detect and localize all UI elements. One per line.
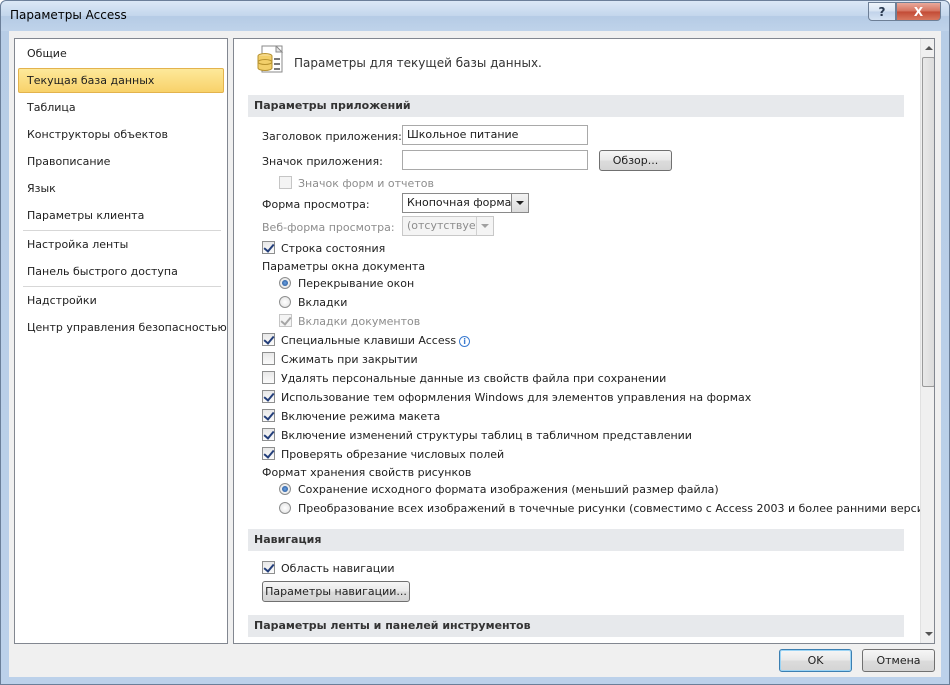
scroll-down-button[interactable] [921,625,934,642]
tabbed-documents-radio[interactable] [279,296,291,308]
title-bar: Параметры Access ? X [1,1,949,31]
nav-separator [23,286,221,287]
nav-item-add-ins[interactable]: Надстройки [18,288,224,313]
doc-window-options-label: Параметры окна документа [262,260,426,273]
overlapping-windows-label: Перекрывание окон [298,277,415,290]
app-icon-label: Значок приложения: [262,155,383,168]
section-ribbon-toolbar: Параметры ленты и панелей инструментов [248,615,904,637]
nav-item-datasheet[interactable]: Таблица [18,95,224,120]
chevron-down-icon[interactable] [511,194,528,212]
forms-reports-icon-label: Значок форм и отчетов [298,177,434,190]
windows-themes-label: Использование тем оформления Windows для… [281,391,752,404]
overlapping-windows-radio[interactable] [279,277,291,289]
web-form-select[interactable]: (отсутствует) [402,216,494,236]
web-form-label: Веб-форма просмотра: [262,221,395,234]
database-settings-icon [257,45,284,73]
nav-pane-checkbox[interactable] [262,561,275,574]
nav-item-proofing[interactable]: Правописание [18,149,224,174]
web-form-value: (отсутствует) [407,219,487,232]
convert-bitmaps-label: Преобразование всех изображений в точечн… [298,502,935,515]
nav-item-current-database[interactable]: Текущая база данных [18,68,224,93]
app-title-input[interactable]: Школьное питание [402,125,588,145]
remove-personal-info-label: Удалять персональные данные из свойств ф… [281,372,667,385]
scroll-up-button[interactable] [921,39,934,56]
status-bar-checkbox[interactable] [262,241,275,254]
design-changes-label: Включение изменений структуры таблиц в т… [281,429,692,442]
preserve-format-radio[interactable] [279,483,291,495]
panel-header: Параметры для текущей базы данных. [294,56,542,70]
access-keys-text: Специальные клавиши Access [281,334,457,347]
dialog-client: Общие Текущая база данных Таблица Констр… [9,31,941,677]
compact-on-close-label: Сжимать при закрытии [281,353,418,366]
forms-reports-icon-checkbox[interactable] [279,176,292,189]
nav-item-language[interactable]: Язык [18,176,224,201]
chevron-down-icon[interactable] [476,217,493,235]
status-bar-label: Строка состояния [281,242,386,255]
tabbed-documents-label: Вкладки [298,296,348,309]
nav-item-client-settings[interactable]: Параметры клиента [18,203,224,228]
preserve-format-label: Сохранение исходного формата изображения… [298,483,719,496]
display-form-select[interactable]: Кнопочная форма [402,193,529,213]
category-nav: Общие Текущая база данных Таблица Констр… [14,38,228,644]
document-tabs-label: Вкладки документов [298,315,421,328]
windows-themes-checkbox[interactable] [262,390,275,403]
compact-on-close-checkbox[interactable] [262,352,275,365]
close-button[interactable]: X [896,2,941,21]
access-keys-label: Специальные клавиши Access i [281,334,471,347]
layout-view-checkbox[interactable] [262,409,275,422]
navigation-options-button[interactable]: Параметры навигации... [262,581,410,602]
help-button[interactable]: ? [868,2,896,21]
arrow-up-icon [924,45,933,50]
ok-button[interactable]: OK [779,649,852,672]
document-tabs-checkbox[interactable] [279,314,292,327]
nav-item-quick-access-toolbar[interactable]: Панель быстрого доступа [18,259,224,284]
arrow-down-icon [924,631,933,636]
app-icon-input[interactable] [402,150,588,170]
display-form-value: Кнопочная форма [407,196,512,209]
vertical-scrollbar[interactable] [920,39,934,643]
help-icon: ? [878,4,886,19]
section-application-options: Параметры приложений [248,95,904,117]
access-keys-checkbox[interactable] [262,333,275,346]
truncated-fields-label: Проверять обрезание числовых полей [281,448,505,461]
section-navigation: Навигация [248,529,904,551]
remove-personal-info-checkbox[interactable] [262,371,275,384]
options-dialog: Параметры Access ? X Общие Текущая база … [0,0,950,685]
cancel-button[interactable]: Отмена [862,649,935,672]
close-icon: X [913,4,924,19]
nav-item-general[interactable]: Общие [18,41,224,66]
convert-bitmaps-radio[interactable] [279,502,291,514]
window-title: Параметры Access [10,8,127,22]
scrollbar-thumb[interactable] [922,57,934,387]
info-icon[interactable]: i [459,336,471,347]
design-changes-checkbox[interactable] [262,428,275,441]
app-title-label: Заголовок приложения: [262,130,402,143]
picture-format-label: Формат хранения свойств рисунков [262,466,472,479]
nav-item-customize-ribbon[interactable]: Настройка ленты [18,232,224,257]
settings-panel: Параметры для текущей базы данных. Парам… [233,38,935,644]
nav-item-object-designers[interactable]: Конструкторы объектов [18,122,224,147]
truncated-fields-checkbox[interactable] [262,447,275,460]
browse-button[interactable]: Обзор... [599,150,672,171]
nav-pane-label: Область навигации [281,562,395,575]
nav-separator [23,230,221,231]
display-form-label: Форма просмотра: [262,198,370,211]
nav-item-trust-center[interactable]: Центр управления безопасностью [18,315,227,340]
layout-view-label: Включение режима макета [281,410,441,423]
